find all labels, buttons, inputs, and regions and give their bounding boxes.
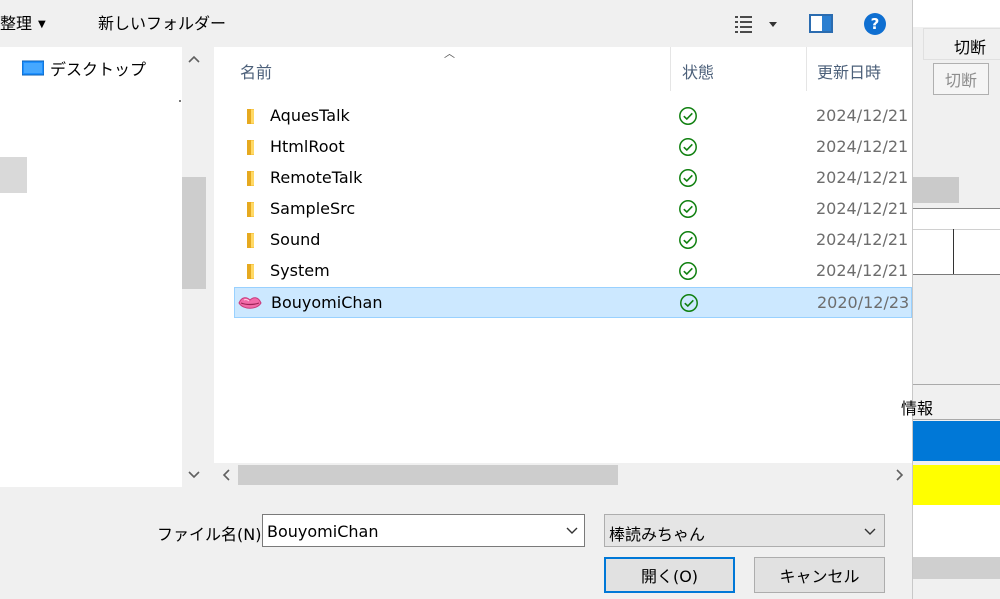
details-view-icon [735,16,777,33]
filetype-selected-value: 棒読みちゃん [609,525,706,544]
grid-line [913,229,1000,230]
column-header-name[interactable]: 名前 [240,59,272,83]
sync-status-check-icon [679,293,699,313]
filename-combobox[interactable] [262,514,585,547]
chevron-left-icon[interactable] [214,463,238,487]
sync-status-check-icon [678,168,698,188]
horizontal-scrollbar[interactable] [214,463,912,487]
file-list[interactable]: ︿ 名前 状態 更新日時 AquesTalk 2024/12/21 HtmlRoot… [214,47,912,487]
file-row[interactable]: AquesTalk 2024/12/21 [234,101,912,132]
divider-line [913,419,1000,420]
background-grid [913,208,1000,275]
open-button[interactable]: 開く(O) [604,557,735,593]
file-row[interactable]: RemoteTalk 2024/12/21 [234,163,912,194]
file-row[interactable]: Sound 2024/12/21 [234,225,912,256]
chevron-down-icon[interactable] [564,522,580,538]
column-divider[interactable] [670,47,671,91]
chevron-down-icon [864,528,876,535]
background-title-strip [913,0,1000,27]
yellow-panel [913,465,1000,505]
svg-text:?: ? [871,15,880,33]
file-modified-date: 2024/12/21 [816,137,909,156]
column-divider[interactable] [806,47,807,91]
file-row[interactable]: SampleSrc 2024/12/21 [234,194,912,225]
sync-status-check-icon [678,199,698,219]
tree-hover-highlight [0,157,27,193]
file-name: HtmlRoot [270,137,345,156]
filetype-select[interactable]: 棒読みちゃん [604,514,885,547]
file-modified-date: 2024/12/21 [816,261,909,280]
sync-status-check-icon [678,230,698,250]
info-label: 情報 [901,399,934,418]
sync-status-check-icon [678,261,698,281]
file-row[interactable]: System 2024/12/21 [234,256,912,287]
chevron-up-icon[interactable] [182,47,206,71]
file-modified-date: 2024/12/21 [816,168,909,187]
filename-label: ファイル名(N): [157,525,267,544]
folder-icon [242,138,260,156]
blue-panel [913,421,1000,461]
horizontal-scroll-thumb[interactable] [238,465,618,485]
preview-pane-button[interactable] [808,12,834,36]
help-button[interactable]: ? [863,12,887,36]
file-name: BouyomiChan [271,293,383,312]
tree-vertical-scrollbar[interactable] [182,47,206,487]
tree-scroll-thumb[interactable] [182,177,206,289]
file-modified-date: 2024/12/21 [816,106,909,125]
bottom-bar [913,557,1000,579]
view-options-button[interactable] [733,12,781,36]
sort-ascending-icon: ︿ [444,47,455,60]
white-panel [913,505,1000,557]
grid-column-divider [953,229,954,275]
organize-menu-button[interactable]: 整理 ▼ [0,12,46,36]
navigation-pane[interactable]: デスクトップ [0,47,206,487]
folder-icon [242,262,260,280]
column-header-status[interactable]: 状態 [682,59,714,83]
file-modified-date: 2024/12/21 [816,199,909,218]
open-file-dialog: 整理 ▼ 新しいフォルダー ? デスクトップ ︿ 名前 状態 更新日時 Aque… [0,0,912,599]
file-name: Sound [270,230,321,249]
help-icon: ? [864,13,886,35]
cancel-button[interactable]: キャンセル [754,557,885,593]
new-folder-button[interactable]: 新しいフォルダー [98,12,226,36]
lips-icon [237,293,263,311]
chevron-right-icon[interactable] [888,463,912,487]
organize-label: 整理 [0,14,33,33]
chevron-down-icon: ▼ [38,19,46,30]
tree-marker [179,100,181,102]
file-name: SampleSrc [270,199,356,218]
desktop-icon [22,60,44,76]
column-header-modified[interactable]: 更新日時 [817,59,881,83]
disconnect-tab[interactable]: 切断 [923,28,1000,60]
folder-icon [242,107,260,125]
disconnect-button-disabled: 切断 [933,63,989,95]
folder-icon [242,231,260,249]
file-name: AquesTalk [270,106,350,125]
sync-status-check-icon [678,106,698,126]
file-list-header: ︿ 名前 状態 更新日時 [214,47,912,95]
file-row[interactable]: BouyomiChan 2020/12/23 [234,287,912,318]
file-modified-date: 2020/12/23 [817,293,910,312]
file-modified-date: 2024/12/21 [816,230,909,249]
file-row[interactable]: HtmlRoot 2024/12/21 [234,132,912,163]
folder-icon [242,169,260,187]
sync-status-check-icon [678,137,698,157]
filename-input[interactable] [267,520,557,542]
file-name: RemoteTalk [270,168,363,187]
preview-pane-icon [809,14,833,33]
divider-line [913,384,1000,385]
background-gray-bar [913,177,959,203]
tree-item-desktop[interactable]: デスクトップ [22,57,146,79]
dialog-toolbar: 整理 ▼ 新しいフォルダー ? [0,0,912,47]
chevron-down-icon[interactable] [182,463,206,487]
grid-bottom-line [913,274,1000,275]
tree-item-label: デスクトップ [50,60,147,79]
background-app-window: 切断 切断 情報 [901,0,1000,599]
file-name: System [270,261,330,280]
folder-icon [242,200,260,218]
